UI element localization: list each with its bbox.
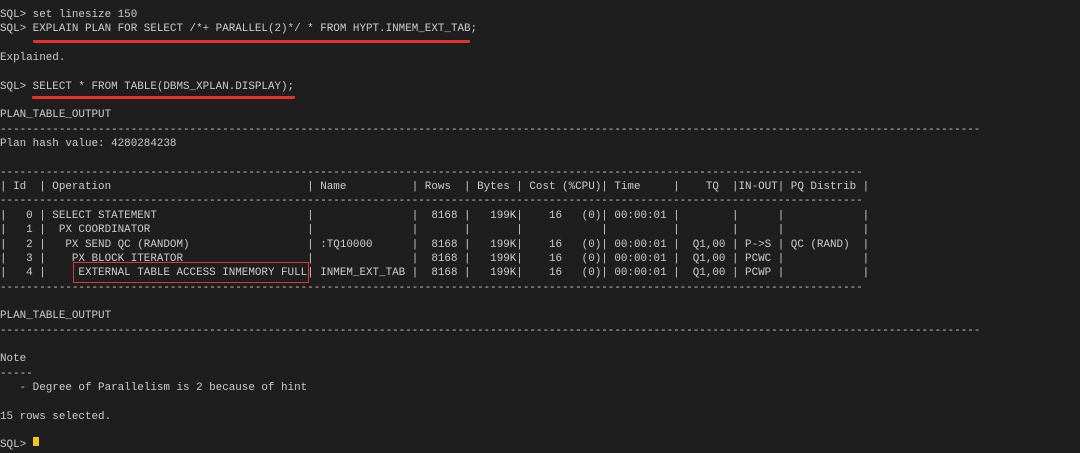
sql-prompt-line: SQL> bbox=[0, 439, 33, 452]
terminal-line: Explained. bbox=[0, 52, 66, 65]
terminal-line: 15 rows selected. bbox=[0, 410, 112, 423]
plan-table-row: | 2 | PX SEND QC (RANDOM) | :TQ10000 | 8… bbox=[0, 238, 870, 251]
sql-prompt-line: SQL> SELECT * FROM TABLE(DBMS_XPLAN.DISP… bbox=[0, 80, 295, 93]
plan-table-row: | 0 | SELECT STATEMENT | | 8168 | 199K| … bbox=[0, 209, 870, 222]
terminal-cursor[interactable] bbox=[33, 437, 39, 446]
highlight-underline-explain-plan bbox=[33, 40, 470, 43]
sql-prompt-line: SQL> EXPLAIN PLAN FOR SELECT /*+ PARALLE… bbox=[0, 23, 478, 36]
separator-line: ----- bbox=[0, 367, 33, 380]
plan-table-row: | 1 | PX COORDINATOR | | | | | | | | | bbox=[0, 224, 870, 237]
separator-line: ----------------------------------------… bbox=[0, 166, 863, 179]
separator-line: ----------------------------------------… bbox=[0, 195, 863, 208]
terminal-line: - Degree of Parallelism is 2 because of … bbox=[0, 381, 308, 394]
separator-line: ----------------------------------------… bbox=[0, 123, 981, 136]
terminal-output: SQL> set linesize 150 SQL> EXPLAIN PLAN F… bbox=[0, 8, 980, 453]
terminal-line: Plan hash value: 4280284238 bbox=[0, 138, 177, 151]
terminal-line: Note bbox=[0, 353, 27, 366]
highlight-underline-select-xplan bbox=[32, 96, 295, 99]
sql-prompt-line: SQL> set linesize 150 bbox=[0, 9, 138, 21]
plan-table-row: | Id | Operation | Name | Rows | Bytes |… bbox=[0, 181, 870, 194]
highlight-box-external-table-access bbox=[73, 262, 309, 283]
separator-line: ----------------------------------------… bbox=[0, 324, 981, 337]
terminal-line: PLAN_TABLE_OUTPUT bbox=[0, 310, 112, 323]
terminal-line: PLAN_TABLE_OUTPUT bbox=[0, 109, 112, 122]
